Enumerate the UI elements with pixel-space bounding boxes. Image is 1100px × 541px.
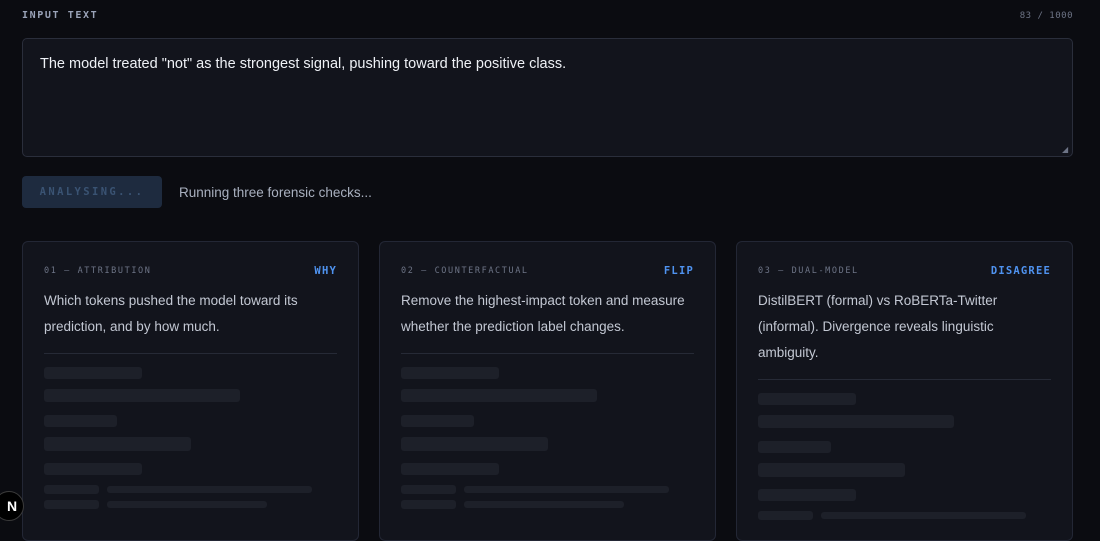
skeleton-line <box>44 437 191 451</box>
skeleton-line <box>107 501 267 508</box>
status-text: Running three forensic checks... <box>179 184 372 200</box>
card-divider <box>401 353 694 354</box>
card-tag: DISAGREE <box>990 265 1051 277</box>
skeleton-line <box>401 415 474 427</box>
skeleton-line <box>758 415 954 428</box>
skeleton-line <box>44 415 117 427</box>
input-label: INPUT TEXT <box>22 10 99 21</box>
input-textarea[interactable]: The model treated "not" as the strongest… <box>22 38 1073 157</box>
skeleton-line <box>401 500 456 509</box>
card-description: DistilBERT (formal) vs RoBERTa-Twitter (… <box>758 293 998 360</box>
skeleton-line <box>401 463 499 475</box>
card-kicker: 02 — COUNTERFACTUAL <box>401 266 529 276</box>
skeleton-line <box>758 489 856 501</box>
input-header: INPUT TEXT 83 / 1000 <box>22 10 1073 21</box>
card-kicker: 01 — ATTRIBUTION <box>44 266 152 276</box>
skeleton-line <box>401 367 499 379</box>
skeleton-line <box>44 485 99 494</box>
card-divider <box>44 353 337 354</box>
card-counterfactual: 02 — COUNTERFACTUAL FLIP Remove the high… <box>379 241 716 541</box>
card-tag: FLIP <box>663 265 694 277</box>
card-description: Remove the highest-impact token and meas… <box>401 293 685 334</box>
skeleton-line <box>401 389 597 402</box>
card-attribution: 01 — ATTRIBUTION WHY Which tokens pushed… <box>22 241 359 541</box>
skeleton-line <box>758 463 905 477</box>
resize-handle-icon[interactable]: ◢ <box>1062 146 1069 154</box>
skeleton-line <box>44 463 142 475</box>
card-description: Which tokens pushed the model toward its… <box>44 293 298 334</box>
skeleton-line <box>44 367 142 379</box>
card-divider <box>758 379 1051 380</box>
skeleton-line <box>401 437 548 451</box>
skeleton-line <box>107 486 312 493</box>
skeleton-line <box>44 500 99 509</box>
skeleton-line <box>758 441 831 453</box>
nextjs-badge-icon[interactable]: N <box>0 491 24 521</box>
skeleton-line <box>44 389 240 402</box>
skeleton-line <box>464 486 669 493</box>
card-dual-model: 03 — DUAL-MODEL DISAGREE DistilBERT (for… <box>736 241 1073 541</box>
skeleton-line <box>758 393 856 405</box>
action-row: ANALYSING... Running three forensic chec… <box>22 176 372 208</box>
char-count: 83 / 1000 <box>1019 10 1073 21</box>
skeleton-line <box>464 501 624 508</box>
card-tag: WHY <box>314 265 337 277</box>
input-text-value: The model treated "not" as the strongest… <box>40 56 567 72</box>
card-kicker: 03 — DUAL-MODEL <box>758 266 859 276</box>
checks-cards: 01 — ATTRIBUTION WHY Which tokens pushed… <box>22 241 1073 541</box>
skeleton-line <box>401 485 456 494</box>
analyse-button[interactable]: ANALYSING... <box>22 176 162 208</box>
